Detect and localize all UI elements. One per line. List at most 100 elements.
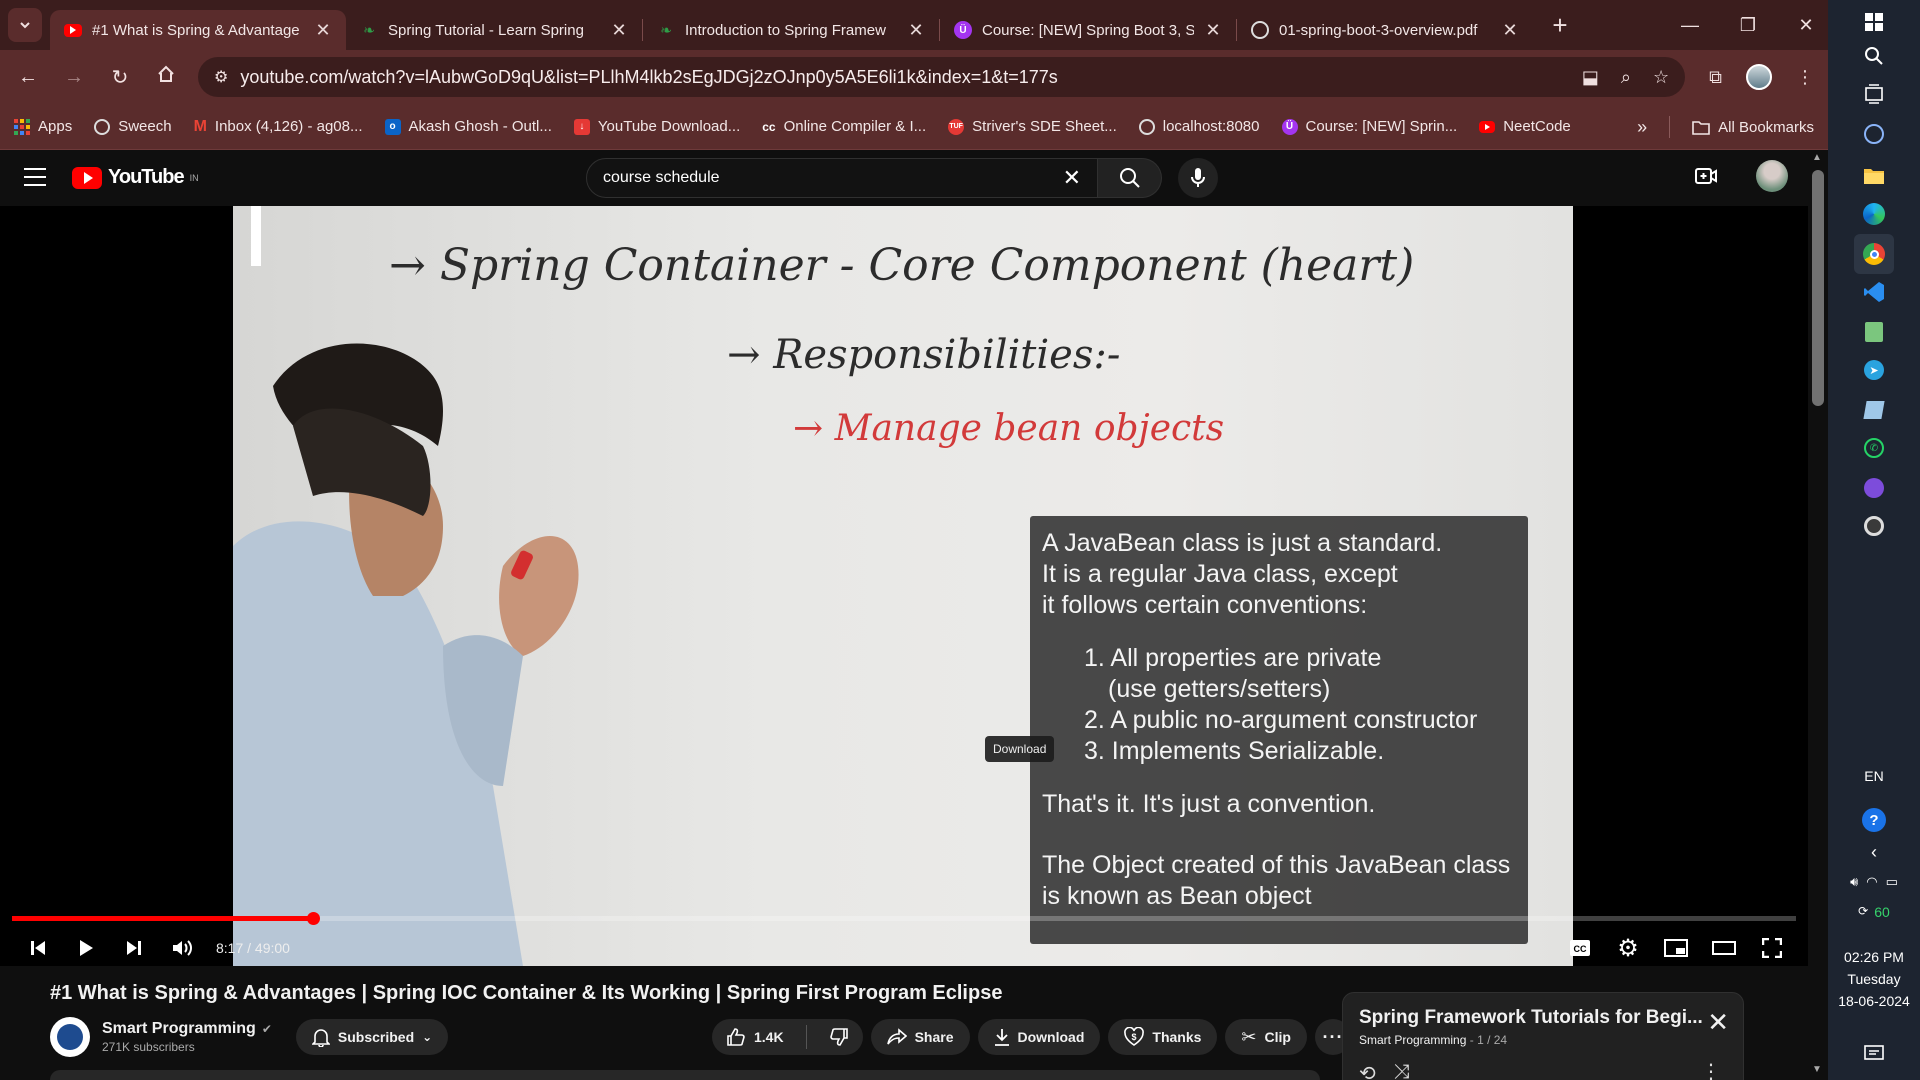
clear-search-icon[interactable]: ✕ <box>1063 165 1081 191</box>
close-icon[interactable]: ✕ <box>314 20 332 41</box>
tab-pdf[interactable]: 01-spring-boot-3-overview.pdf ✕ <box>1237 10 1533 50</box>
extensions-puzzle-icon[interactable]: ⧉ <box>1709 67 1722 88</box>
download-button[interactable]: Download <box>977 1019 1101 1055</box>
tab-search-button[interactable] <box>8 8 42 42</box>
channel-avatar[interactable] <box>50 1017 90 1057</box>
description-panel[interactable] <box>50 1070 1320 1080</box>
next-button[interactable] <box>110 928 158 966</box>
restore-icon[interactable]: ❐ <box>1736 15 1760 36</box>
account-avatar[interactable] <box>1756 160 1788 192</box>
like-button[interactable]: 1.4K <box>712 1019 798 1055</box>
scroll-up-icon[interactable]: ▲ <box>1812 152 1822 163</box>
site-info-icon[interactable]: ⚙ <box>214 67 228 87</box>
widgets-icon[interactable] <box>1854 114 1894 154</box>
close-icon[interactable]: ✕ <box>907 20 925 41</box>
playlist-title[interactable]: Spring Framework Tutorials for Begi... <box>1359 1007 1727 1029</box>
profile-avatar[interactable] <box>1746 64 1772 90</box>
bookmark-udemy[interactable]: Ü Course: [NEW] Sprin... <box>1281 118 1457 135</box>
mute-button[interactable] <box>158 928 206 966</box>
tab-spring-intro[interactable]: ❧ Introduction to Spring Framew ✕ <box>643 10 939 50</box>
bookmark-yt-download[interactable]: ↓ YouTube Download... <box>573 118 740 135</box>
github-desktop-icon[interactable] <box>1854 468 1894 508</box>
bookmark-star-icon[interactable]: ☆ <box>1653 67 1669 88</box>
search-input[interactable] <box>603 169 1063 187</box>
vscode-icon[interactable] <box>1854 272 1894 312</box>
file-explorer-icon[interactable] <box>1854 156 1894 196</box>
forward-arrow-icon[interactable]: → <box>60 66 88 89</box>
scroll-down-icon[interactable]: ▼ <box>1812 1064 1822 1075</box>
youtube-logo[interactable]: YouTube IN <box>72 166 199 189</box>
settings-button[interactable]: ⚙ <box>1604 928 1652 966</box>
whatsapp-icon[interactable]: ✆ <box>1854 428 1894 468</box>
telegram-icon[interactable]: ➤ <box>1854 350 1894 390</box>
bookmark-localhost[interactable]: localhost:8080 <box>1138 118 1260 135</box>
close-window-icon[interactable]: ✕ <box>1794 15 1818 36</box>
video-player[interactable]: → Spring Container - Core Component (hea… <box>0 206 1808 966</box>
kebab-menu-icon[interactable]: ⋮ <box>1796 67 1814 88</box>
new-tab-plus-icon[interactable]: + <box>1545 10 1575 41</box>
page-scrollbar[interactable]: ▲ ▼ <box>1808 150 1828 1080</box>
search-icon[interactable] <box>1854 36 1894 76</box>
bookmark-sweech[interactable]: Sweech <box>94 118 172 135</box>
chevron-left-icon[interactable]: ‹ <box>1828 842 1920 863</box>
battery-icon[interactable]: ▭ <box>1886 874 1898 890</box>
bookmark-outlook[interactable]: o Akash Ghosh - Outl... <box>384 118 552 135</box>
tab-youtube-video[interactable]: #1 What is Spring & Advantage ✕ <box>50 10 346 50</box>
address-bar[interactable]: ⚙ youtube.com/watch?v=lAubwGoD9qU&list=P… <box>198 57 1686 97</box>
close-icon[interactable]: ✕ <box>1501 20 1519 41</box>
share-button[interactable]: Share <box>870 1019 970 1055</box>
minimize-icon[interactable]: — <box>1678 15 1702 36</box>
progress-bar[interactable] <box>12 912 1796 925</box>
bookmark-neetcode[interactable]: NeetCode <box>1479 118 1571 135</box>
task-view-icon[interactable] <box>1854 74 1894 114</box>
dislike-button[interactable] <box>815 1019 863 1055</box>
edge-icon[interactable] <box>1854 194 1894 234</box>
scrollbar-thumb[interactable] <box>1812 170 1824 406</box>
create-video-icon[interactable] <box>1694 165 1718 187</box>
chrome-icon[interactable] <box>1854 234 1894 274</box>
speaker-icon[interactable]: 🔊︎ <box>1850 874 1858 890</box>
clip-button[interactable]: ✂ Clip <box>1225 1019 1307 1055</box>
chevron-double-right-icon[interactable]: » <box>1637 117 1647 138</box>
notepad-icon[interactable] <box>1854 312 1894 352</box>
previous-button[interactable] <box>14 928 62 966</box>
wifi-icon[interactable]: ◠ <box>1866 874 1877 890</box>
obs-icon[interactable] <box>1854 506 1894 546</box>
tab-udemy-course[interactable]: Ü Course: [NEW] Spring Boot 3, S ✕ <box>940 10 1236 50</box>
bookmark-compiler[interactable]: cc Online Compiler & I... <box>762 118 926 135</box>
voice-search-button[interactable] <box>1178 158 1218 198</box>
home-icon[interactable] <box>152 64 180 90</box>
hamburger-menu-icon[interactable] <box>24 168 46 192</box>
notifications-icon[interactable] <box>1854 1034 1894 1074</box>
shuffle-icon[interactable]: ⤨ <box>1394 1061 1410 1080</box>
notes-app-icon[interactable] <box>1854 390 1894 430</box>
bookmark-striver[interactable]: TUF Striver's SDE Sheet... <box>948 118 1117 135</box>
loop-icon[interactable]: ⟲ <box>1359 1061 1376 1080</box>
play-button[interactable] <box>62 928 110 966</box>
system-clock[interactable]: 02:26 PM Tuesday 18-06-2024 <box>1828 946 1920 1012</box>
bookmark-apps[interactable]: Apps <box>14 118 72 135</box>
subscribed-button[interactable]: Subscribed ⌄ <box>295 1019 449 1055</box>
video-frame[interactable]: → Spring Container - Core Component (hea… <box>233 206 1573 966</box>
install-app-icon[interactable]: ⬓ <box>1582 67 1599 88</box>
zoom-icon[interactable]: ⌕ <box>1621 67 1631 88</box>
help-icon[interactable]: ? <box>1854 800 1894 840</box>
power-plan-icon[interactable]: ⟳ <box>1858 904 1868 920</box>
miniplayer-button[interactable] <box>1652 928 1700 966</box>
fullscreen-button[interactable] <box>1748 928 1796 966</box>
close-icon[interactable]: ✕ <box>1204 20 1222 41</box>
playlist-channel[interactable]: Smart Programming <box>1359 1033 1466 1047</box>
input-language[interactable]: EN <box>1828 768 1920 784</box>
channel-name[interactable]: Smart Programming <box>102 1020 256 1038</box>
close-icon[interactable]: ✕ <box>610 20 628 41</box>
subtitles-button[interactable]: CC <box>1556 928 1604 966</box>
theater-mode-button[interactable] <box>1700 928 1748 966</box>
back-arrow-icon[interactable]: ← <box>14 66 42 89</box>
close-playlist-icon[interactable]: ✕ <box>1707 1007 1729 1038</box>
more-vertical-icon[interactable]: ⋮ <box>1701 1059 1721 1080</box>
tab-spring-tutorial[interactable]: ❧ Spring Tutorial - Learn Spring ✕ <box>346 10 642 50</box>
all-bookmarks[interactable]: All Bookmarks <box>1692 119 1814 136</box>
bookmark-gmail[interactable]: M Inbox (4,126) - ag08... <box>194 118 363 136</box>
reload-icon[interactable]: ↻ <box>106 65 134 90</box>
thanks-button[interactable]: $ Thanks <box>1108 1019 1218 1055</box>
